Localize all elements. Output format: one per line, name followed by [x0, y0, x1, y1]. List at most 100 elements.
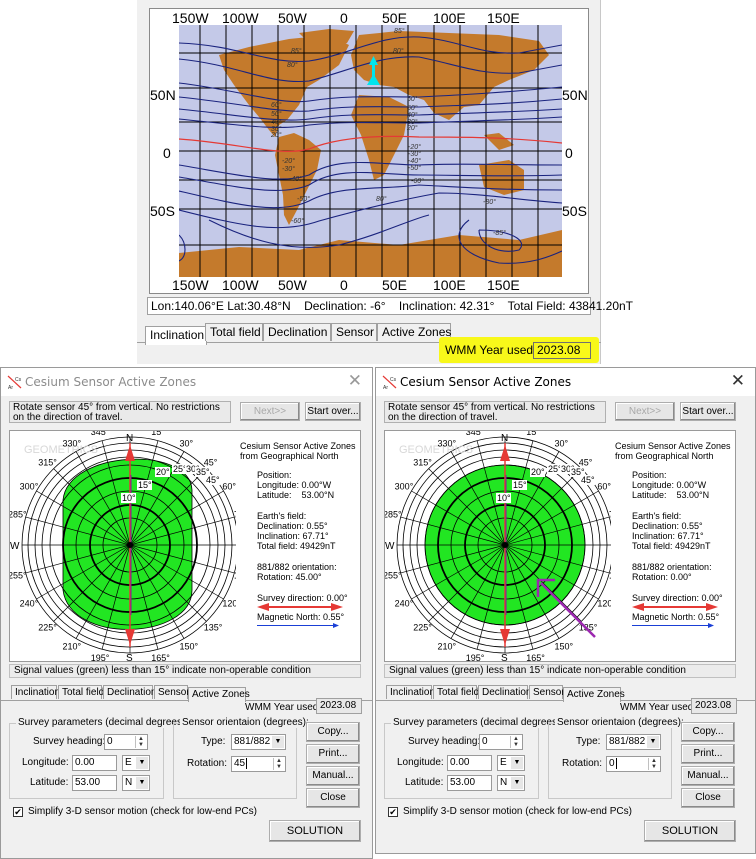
longitude-hemisphere-select[interactable]: E ▼: [497, 755, 525, 771]
azimuth-label: 240°: [395, 599, 414, 609]
contour-label: -40°: [408, 157, 421, 165]
tab-sensor[interactable]: Sensor: [331, 323, 377, 341]
rotation-input[interactable]: 0 ▲ ▼: [606, 756, 661, 772]
tab-inclination[interactable]: Inclination: [386, 685, 435, 699]
manual-button[interactable]: Manual...: [306, 766, 360, 786]
solution-button[interactable]: SOLUTION: [644, 820, 736, 842]
survey-parameters-label: Survey parameters (decimal degrees): [16, 717, 188, 728]
tab-total-field[interactable]: Total field: [58, 685, 104, 699]
close-button[interactable]: Close: [306, 788, 360, 808]
copy-button[interactable]: Copy...: [681, 722, 735, 742]
survey-heading-label: Survey heading:: [408, 736, 481, 747]
start-over-button[interactable]: Start over...: [305, 402, 361, 421]
print-button[interactable]: Print...: [306, 744, 360, 764]
print-button[interactable]: Print...: [681, 744, 735, 764]
tab-inclination[interactable]: Inclination: [11, 685, 60, 699]
latitude-input[interactable]: 53.00: [72, 775, 117, 791]
survey-heading-spinner[interactable]: ▲ ▼: [510, 736, 521, 748]
instruction-text: Rotate sensor 45° from vertical. No rest…: [9, 401, 231, 423]
chevron-down-icon[interactable]: ▼: [136, 757, 148, 769]
rotation-spinner[interactable]: ▲ ▼: [648, 758, 659, 770]
chevron-down-icon[interactable]: ▼: [511, 757, 523, 769]
sensor-orientation-group: Sensor orientaion (degrees): Type: 881/8…: [173, 717, 311, 799]
position-title: Position:: [257, 470, 292, 480]
azimuth-label: 345°: [91, 431, 110, 437]
top-axis-label: 100W: [222, 10, 259, 26]
survey-heading-spinner[interactable]: ▲ ▼: [135, 736, 146, 748]
latitude-input[interactable]: 53.00: [447, 775, 492, 791]
latitude-hemisphere-select[interactable]: N ▼: [122, 775, 150, 791]
azimuth-label: 60°: [597, 482, 611, 492]
azimuth-label: 300°: [20, 482, 39, 492]
tab-total-field[interactable]: Total field: [205, 323, 263, 341]
title-bar: Cs Ar Cesium Sensor Active Zones ✕: [376, 368, 755, 396]
azimuth-label: 210°: [63, 641, 82, 651]
sensor-type-select[interactable]: 881/882 ▼: [231, 734, 286, 750]
survey-heading-input[interactable]: 0 ▲ ▼: [479, 734, 523, 750]
tab-inclination[interactable]: Inclination: [145, 326, 207, 345]
tab-sensor[interactable]: Sensor: [154, 685, 190, 699]
azimuth-label: 105°: [234, 570, 236, 580]
tab-sensor[interactable]: Sensor: [529, 685, 565, 699]
start-over-button[interactable]: Start over...: [680, 402, 736, 421]
polar-active-zone-chart: GEOMETRICSNESW15°30°45°60°75°105°120°135…: [385, 431, 611, 661]
sensor-orientation-group: Sensor orientaion (degrees): Type: 881/8…: [548, 717, 686, 799]
close-icon[interactable]: ✕: [348, 371, 362, 391]
azimuth-label: 75°: [609, 510, 611, 520]
contour-label: 40°: [271, 118, 282, 126]
close-icon[interactable]: ✕: [731, 371, 745, 391]
type-label: Type:: [576, 736, 601, 747]
contour-label: -50°: [408, 164, 421, 172]
type-label: Type:: [201, 736, 226, 747]
rotation-label: Rotation:: [562, 758, 603, 769]
bottom-axis-label: 100W: [222, 277, 259, 293]
tab-total-field[interactable]: Total field: [433, 685, 479, 699]
wmm-year-field: 2023.08: [691, 698, 737, 714]
chevron-down-icon[interactable]: ▼: [511, 777, 523, 789]
azimuth-label: 120°: [222, 599, 236, 609]
next-button[interactable]: Next>>: [615, 402, 675, 421]
simplify-motion-checkbox[interactable]: ✔: [13, 807, 23, 817]
tab-declination[interactable]: Declination: [263, 323, 331, 341]
chevron-down-icon[interactable]: ▼: [136, 777, 148, 789]
wmm-year-label: WMM Year used:: [445, 343, 537, 357]
longitude-label: Longitude:: [397, 757, 444, 768]
latitude-hemisphere-select[interactable]: N ▼: [497, 775, 525, 791]
azimuth-label: 255°: [385, 570, 402, 580]
left-axis-label: 50S: [150, 203, 175, 219]
copy-button[interactable]: Copy...: [306, 722, 360, 742]
tab-declination[interactable]: Declination: [478, 685, 531, 699]
north-arrow-head: [500, 445, 510, 461]
solution-button[interactable]: SOLUTION: [269, 820, 361, 842]
ring-label: 15°: [138, 480, 152, 490]
azimuth-label: 345°: [466, 431, 485, 437]
rotation-input[interactable]: 45 ▲ ▼: [231, 756, 286, 772]
tab-active-zones[interactable]: Active Zones: [188, 687, 250, 702]
contour-label: -30°: [282, 165, 295, 173]
contour-label: -40°: [289, 175, 302, 183]
tab-declination[interactable]: Declination: [103, 685, 156, 699]
magnetic-north-arrow-icon: [632, 623, 714, 628]
longitude-hemisphere-select[interactable]: E ▼: [122, 755, 150, 771]
manual-button[interactable]: Manual...: [681, 766, 735, 786]
longitude-input[interactable]: 0.00: [72, 755, 117, 771]
rotation-spinner[interactable]: ▲ ▼: [273, 758, 284, 770]
survey-heading-input[interactable]: 0 ▲ ▼: [104, 734, 148, 750]
survey-heading-label: Survey heading:: [33, 736, 106, 747]
azimuth-label: 135°: [204, 623, 223, 633]
tab-active-zones[interactable]: Active Zones: [563, 687, 625, 702]
magnetic-north-label: Magnetic North: 0.55°: [632, 612, 720, 622]
close-button[interactable]: Close: [681, 788, 735, 808]
sensor-type-select[interactable]: 881/882 ▼: [606, 734, 661, 750]
longitude-input[interactable]: 0.00: [447, 755, 492, 771]
chevron-down-icon[interactable]: ▼: [272, 736, 284, 748]
field-declination: Declination: 0.55°: [632, 521, 703, 531]
simplify-motion-checkbox[interactable]: ✔: [388, 807, 398, 817]
azimuth-label: 30°: [180, 439, 194, 449]
contour-label: -80°: [483, 198, 496, 206]
next-button[interactable]: Next>>: [240, 402, 300, 421]
ring-label: 10°: [497, 493, 511, 503]
contour-label: -20°: [408, 143, 421, 151]
world-inclination-map[interactable]: 85° 80° 80° 85° 60° 50° 40° 30° 20° 60° …: [179, 25, 562, 277]
chevron-down-icon[interactable]: ▼: [647, 736, 659, 748]
